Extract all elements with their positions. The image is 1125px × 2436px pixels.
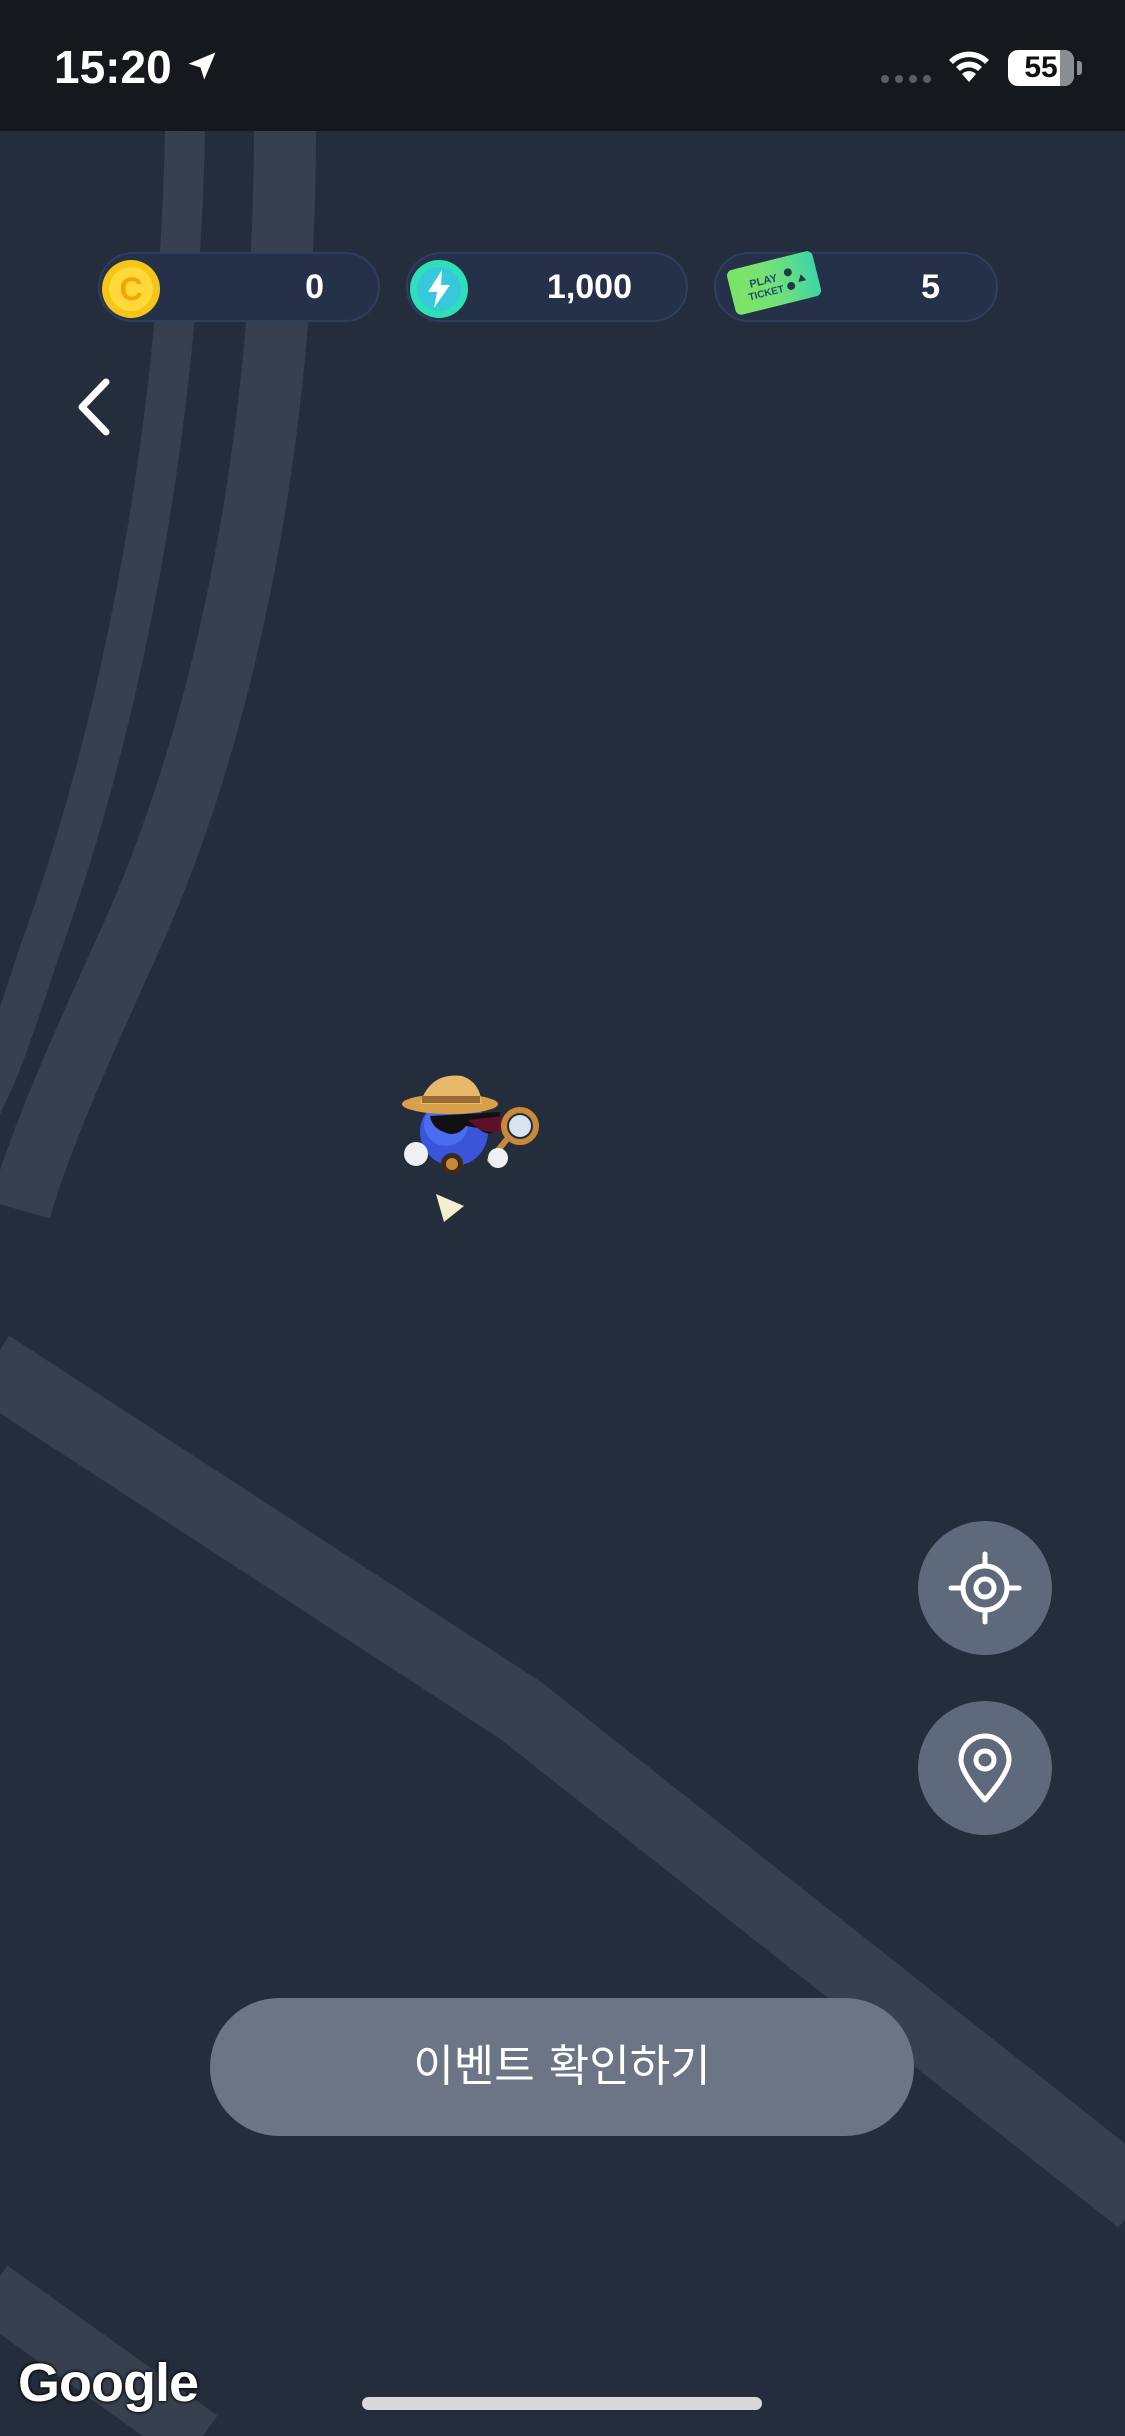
place-pin-button[interactable] — [918, 1701, 1052, 1835]
crosshair-icon — [948, 1551, 1022, 1625]
back-button[interactable] — [68, 372, 124, 442]
location-arrow-icon — [188, 52, 216, 80]
battery-icon: 55 — [1008, 50, 1074, 86]
coin-icon: C — [102, 260, 160, 318]
battery-level: 55 — [1024, 51, 1058, 84]
ticket-value: 5 — [921, 268, 940, 306]
chevron-left-icon — [78, 378, 110, 436]
google-logo: Google — [18, 2353, 199, 2413]
energy-bolt-icon — [410, 260, 468, 318]
battery-cap — [1077, 61, 1082, 75]
ticket-balance[interactable]: PLAY TICKET 5 — [714, 251, 998, 322]
coin-value: 0 — [305, 268, 324, 306]
energy-value: 1,000 — [546, 268, 632, 306]
coin-balance[interactable]: C 0 — [98, 252, 380, 322]
wifi-icon — [949, 51, 989, 82]
energy-balance[interactable]: 1,000 — [406, 252, 688, 322]
heading-arrow-icon — [436, 1194, 464, 1222]
check-event-button-label: 이벤트 확인하기 — [413, 2041, 711, 2092]
signal-dots-icon — [881, 75, 931, 83]
check-event-button[interactable]: 이벤트 확인하기 — [210, 1998, 914, 2136]
play-ticket-icon: PLAY TICKET — [727, 251, 821, 315]
home-indicator[interactable] — [362, 2397, 762, 2410]
explorer-character-icon[interactable] — [390, 1068, 550, 1228]
map-pin-icon — [958, 1733, 1012, 1803]
recenter-location-button[interactable] — [918, 1521, 1052, 1655]
svg-text:C: C — [119, 271, 142, 307]
status-bar: 15:20 55 — [0, 0, 1125, 131]
status-time: 15:20 — [54, 41, 172, 93]
